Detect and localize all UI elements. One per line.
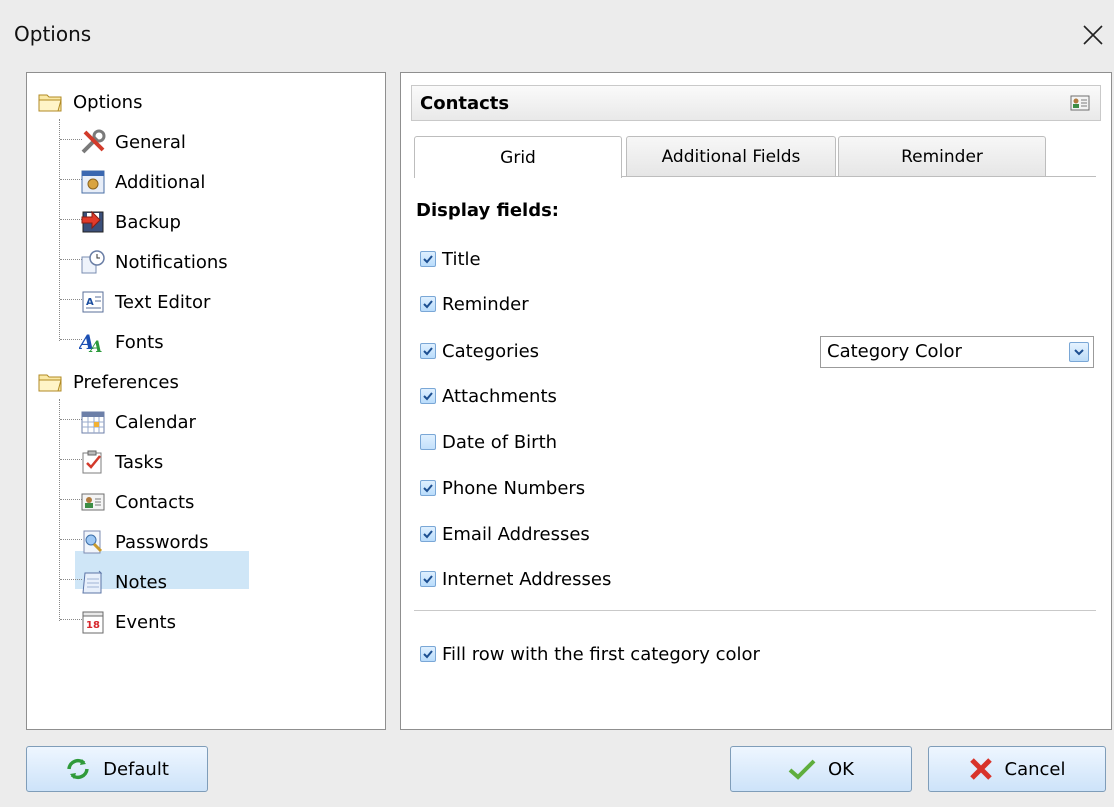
checkbox-checked[interactable] — [420, 646, 436, 662]
settings-window-icon — [79, 168, 107, 196]
checkmark-icon — [423, 649, 433, 658]
backup-disk-icon — [79, 208, 107, 236]
contact-card-icon — [79, 488, 107, 516]
checkmark-icon — [423, 574, 433, 583]
checkbox-checked[interactable] — [420, 296, 436, 312]
checkmark-icon — [423, 254, 433, 263]
cancel-button[interactable]: Cancel — [928, 746, 1106, 792]
tab-additional-fields[interactable]: Additional Fields — [626, 136, 836, 176]
svg-text:18: 18 — [86, 620, 100, 631]
tree-node-calendar[interactable]: Calendar — [79, 405, 196, 439]
clock-notification-icon — [79, 248, 107, 276]
close-button[interactable] — [1076, 18, 1110, 52]
checkbox-unchecked[interactable] — [420, 434, 436, 450]
ok-button[interactable]: OK — [730, 746, 912, 792]
checkmark-icon — [423, 391, 433, 400]
checkbox-title[interactable]: Title — [420, 246, 481, 272]
checkmark-icon — [423, 529, 433, 538]
section-title: Contacts — [420, 93, 510, 114]
checkbox-attachments[interactable]: Attachments — [420, 383, 557, 409]
category-color-select[interactable]: Category Color — [820, 336, 1094, 368]
checkbox-checked[interactable] — [420, 571, 436, 587]
close-icon — [1083, 25, 1103, 45]
tree-node-notes[interactable]: Notes — [79, 565, 167, 599]
checkbox-phone-numbers[interactable]: Phone Numbers — [420, 475, 585, 501]
svg-text:A: A — [88, 337, 102, 355]
section-header: Contacts — [411, 85, 1101, 121]
checkbox-checked[interactable] — [420, 343, 436, 359]
checkmark-icon — [423, 483, 433, 492]
tab-grid[interactable]: Grid — [414, 136, 622, 178]
text-document-icon: A — [79, 288, 107, 316]
tree-node-backup[interactable]: Backup — [79, 205, 181, 239]
tree-node-contacts[interactable]: Contacts — [79, 485, 194, 519]
checkbox-categories[interactable]: Categories — [420, 338, 539, 364]
checkbox-email-addresses[interactable]: Email Addresses — [420, 521, 590, 547]
category-color-value: Category Color — [827, 341, 962, 362]
font-icon: AA — [79, 328, 107, 356]
checkbox-reminder[interactable]: Reminder — [420, 291, 529, 317]
checkbox-checked[interactable] — [420, 388, 436, 404]
task-checklist-icon — [79, 448, 107, 476]
tree-connector — [59, 399, 60, 621]
checkbox-checked[interactable] — [420, 480, 436, 496]
checkmark-icon — [788, 758, 816, 780]
tree-node-tasks[interactable]: Tasks — [79, 445, 163, 479]
checkmark-icon — [423, 299, 433, 308]
refresh-icon — [65, 757, 91, 781]
tree-node-preferences[interactable]: Preferences — [37, 365, 179, 399]
display-fields-label: Display fields: — [416, 200, 559, 221]
default-button[interactable]: Default — [26, 746, 208, 792]
checkmark-icon — [423, 346, 433, 355]
tab-reminder[interactable]: Reminder — [838, 136, 1046, 176]
svg-text:A: A — [86, 297, 94, 308]
tree-node-text-editor[interactable]: A Text Editor — [79, 285, 210, 319]
tree-connector — [59, 119, 60, 341]
options-tree: Options General Additional Backup Notifi… — [26, 72, 386, 730]
divider — [414, 610, 1096, 611]
tools-icon — [79, 128, 107, 156]
folder-open-icon — [37, 368, 65, 396]
tree-node-additional[interactable]: Additional — [79, 165, 205, 199]
password-key-icon — [79, 528, 107, 556]
folder-open-icon — [37, 88, 65, 116]
checkbox-checked[interactable] — [420, 251, 436, 267]
notepad-icon — [79, 568, 107, 596]
tree-node-fonts[interactable]: AA Fonts — [79, 325, 164, 359]
checkbox-checked[interactable] — [420, 526, 436, 542]
close-icon — [969, 757, 993, 781]
tree-node-general[interactable]: General — [79, 125, 186, 159]
event-calendar-icon: 18 — [79, 608, 107, 636]
tree-node-notifications[interactable]: Notifications — [79, 245, 228, 279]
contact-card-icon — [1070, 94, 1090, 117]
tree-node-options[interactable]: Options — [37, 85, 142, 119]
tree-node-events[interactable]: 18 Events — [79, 605, 176, 639]
checkbox-date-of-birth[interactable]: Date of Birth — [420, 429, 557, 455]
title-bar: Options — [0, 0, 1114, 70]
calendar-icon — [79, 408, 107, 436]
window-title: Options — [14, 22, 92, 46]
tree-node-passwords[interactable]: Passwords — [79, 525, 208, 559]
checkbox-fill-row[interactable]: Fill row with the first category color — [420, 641, 760, 667]
checkbox-internet-addresses[interactable]: Internet Addresses — [420, 566, 611, 592]
chevron-down-icon[interactable] — [1069, 342, 1089, 362]
